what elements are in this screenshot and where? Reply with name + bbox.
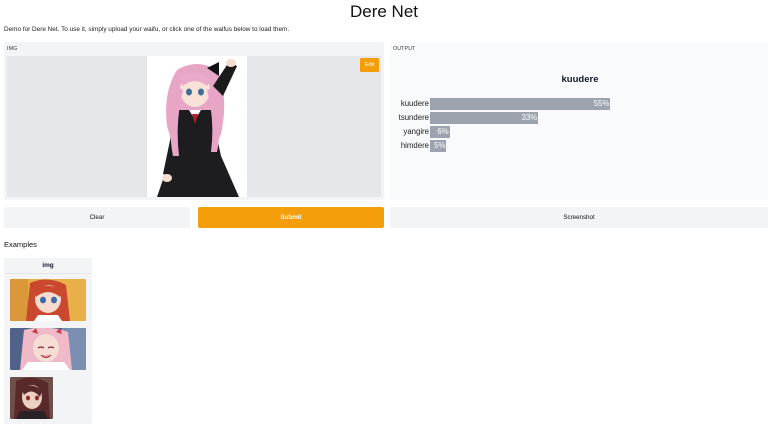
examples-column-header: img — [4, 258, 92, 274]
clear-button[interactable]: Clear — [4, 207, 190, 228]
screenshot-button[interactable]: Screenshot — [390, 207, 768, 228]
page-description: Demo for Dere Net. To use it, simply upl… — [4, 26, 290, 33]
image-input-label: IMG — [7, 46, 18, 52]
confidence-label: kuudere — [400, 99, 429, 108]
confidence-percent: 6% — [437, 127, 449, 136]
confidence-bar: 6% — [430, 126, 450, 138]
examples-table: img — [4, 258, 92, 424]
confidence-row: kuudere 55% — [390, 98, 768, 110]
edit-button[interactable]: Edit — [360, 58, 379, 72]
confidence-percent: 33% — [521, 113, 538, 122]
confidence-label: himdere — [400, 141, 429, 150]
confidence-row: himdere 5% — [390, 140, 768, 152]
example-item[interactable] — [10, 328, 86, 370]
example-thumbnail — [10, 377, 53, 419]
confidence-row: tsundere 33% — [390, 112, 768, 124]
confidence-bar: 5% — [430, 140, 447, 152]
image-input-panel: IMG Edit — [4, 42, 384, 200]
confidence-bar: 55% — [430, 98, 611, 110]
uploaded-waifu-image — [147, 56, 247, 197]
confidence-percent: 5% — [434, 141, 446, 150]
submit-button[interactable]: Submit — [198, 207, 384, 228]
confidence-label: tsundere — [398, 113, 429, 122]
example-item[interactable] — [10, 279, 86, 321]
example-item[interactable] — [10, 377, 53, 419]
page-title: Dere Net — [349, 2, 419, 21]
example-thumbnail — [10, 279, 86, 321]
output-panel: OUTPUT kuudere kuudere 55% tsundere 33% … — [390, 42, 768, 200]
confidence-bar: 33% — [430, 112, 539, 124]
predicted-label: kuudere — [561, 74, 599, 85]
example-thumbnail — [10, 328, 86, 370]
confidence-label: yangire — [403, 127, 429, 136]
examples-heading: Examples — [4, 240, 37, 249]
confidence-row: yangire 6% — [390, 126, 768, 138]
image-upload-area[interactable] — [7, 56, 381, 197]
output-label: OUTPUT — [393, 46, 416, 52]
confidence-percent: 55% — [593, 99, 610, 108]
